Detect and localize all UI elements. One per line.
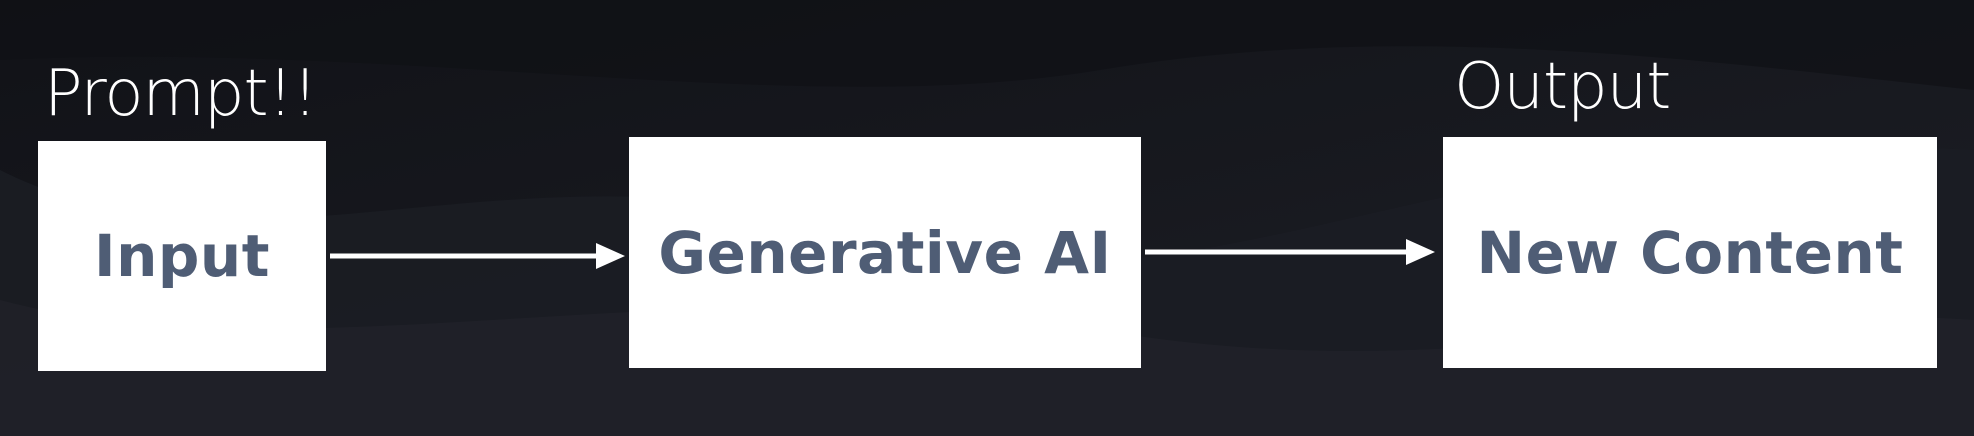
arrows [330, 239, 1435, 269]
arrow-input-to-ai [330, 243, 625, 269]
arrow-ai-to-output [1145, 239, 1435, 265]
